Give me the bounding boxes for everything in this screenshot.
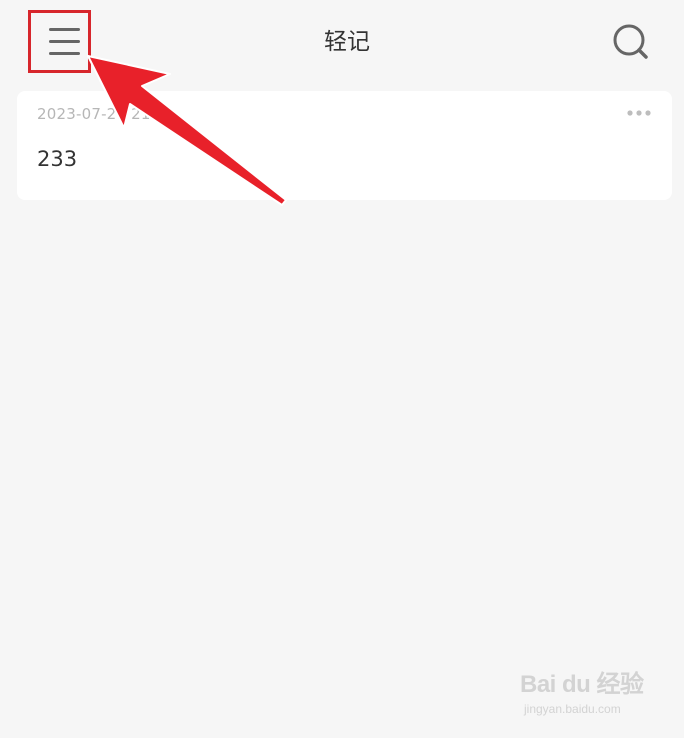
page-title: 轻记 xyxy=(324,29,370,55)
search-button[interactable] xyxy=(608,20,652,64)
more-dots-icon xyxy=(627,110,651,116)
note-more-button[interactable] xyxy=(626,103,654,123)
note-date: 2023-07-29 21 xyxy=(37,105,151,123)
note-content: 233 xyxy=(37,147,78,171)
watermark: Bai du 经验 jingyan.baidu.com xyxy=(520,664,670,724)
watermark-logo: Bai du 经验 xyxy=(520,671,644,698)
watermark-url: jingyan.baidu.com xyxy=(524,702,621,716)
menu-highlight-box xyxy=(28,10,91,73)
note-card[interactable]: 2023-07-29 21 233 xyxy=(17,91,672,200)
search-icon xyxy=(613,24,648,59)
app-header: 轻记 xyxy=(0,0,684,84)
